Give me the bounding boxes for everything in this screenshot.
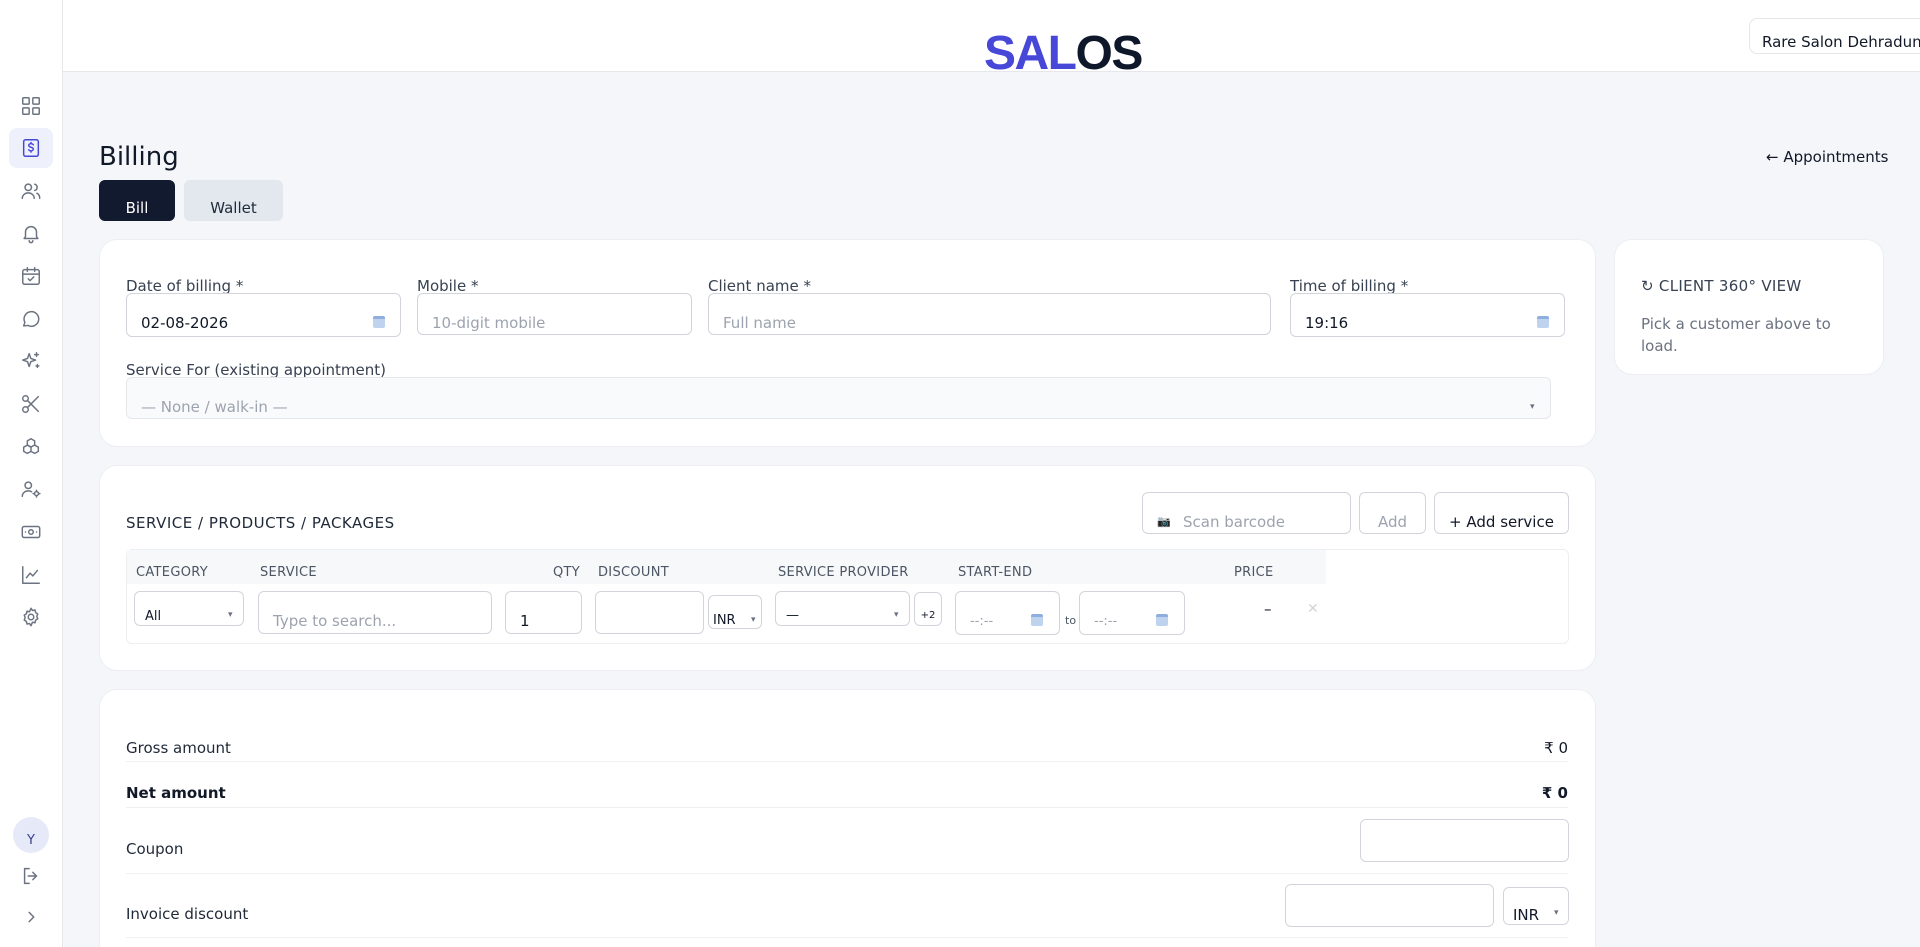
divider bbox=[126, 937, 1568, 938]
gross-amount-label: Gross amount bbox=[126, 739, 231, 757]
settings-icon[interactable] bbox=[9, 597, 53, 637]
calendar-icon[interactable] bbox=[373, 316, 385, 328]
avatar[interactable]: Y bbox=[13, 817, 49, 853]
remove-row-icon[interactable]: ✕ bbox=[1307, 601, 1319, 617]
col-service: SERVICE bbox=[260, 565, 317, 580]
gross-amount-value: ₹ 0 bbox=[1544, 739, 1568, 757]
end-time-input[interactable]: --:-- bbox=[1079, 591, 1185, 635]
net-amount-label: Net amount bbox=[126, 784, 226, 802]
col-start-end: START-END bbox=[958, 565, 1033, 580]
scan-barcode-input[interactable]: 📷 Scan barcode bbox=[1142, 492, 1351, 534]
col-category: CATEGORY bbox=[136, 565, 208, 580]
coupon-input[interactable] bbox=[1360, 819, 1569, 862]
sidebar: Y bbox=[0, 0, 63, 947]
service-provider-value: — bbox=[786, 608, 799, 623]
date-input[interactable]: 02-08-2026 bbox=[126, 293, 401, 337]
divider bbox=[126, 873, 1568, 874]
divider bbox=[126, 807, 1568, 808]
category-value: All bbox=[145, 609, 162, 624]
service-for-select[interactable]: — None / walk-in — ▾ bbox=[126, 377, 1551, 419]
qty-input[interactable]: 1 bbox=[505, 591, 582, 634]
mobile-input[interactable]: 10-digit mobile bbox=[417, 293, 692, 335]
page-title: Billing bbox=[99, 142, 179, 172]
price-value: – bbox=[1264, 600, 1272, 618]
service-provider-select[interactable]: — ▾ bbox=[775, 591, 910, 626]
more-providers-count: +2 bbox=[920, 610, 936, 621]
invoice-discount-input[interactable] bbox=[1285, 884, 1494, 927]
chevron-down-icon: ▾ bbox=[1554, 908, 1559, 918]
net-amount-value: ₹ 0 bbox=[1541, 784, 1568, 802]
date-value: 02-08-2026 bbox=[141, 314, 229, 332]
chat-icon[interactable] bbox=[9, 299, 53, 339]
col-price: PRICE bbox=[1234, 565, 1274, 580]
services-title: SERVICE / PRODUCTS / PACKAGES bbox=[126, 514, 395, 532]
invoice-currency-value: INR bbox=[1513, 906, 1540, 924]
logout-icon[interactable] bbox=[9, 856, 53, 896]
clock-icon[interactable] bbox=[1031, 614, 1043, 626]
tab-wallet[interactable]: Wallet bbox=[184, 180, 283, 221]
camera-icon: 📷 bbox=[1157, 515, 1171, 528]
discount-input[interactable] bbox=[595, 591, 704, 634]
start-time-value: --:-- bbox=[970, 614, 994, 629]
col-qty: QTY bbox=[553, 565, 581, 580]
coupon-label: Coupon bbox=[126, 840, 184, 858]
mobile-placeholder: 10-digit mobile bbox=[432, 314, 546, 332]
discount-currency-select[interactable]: INR ▾ bbox=[708, 595, 762, 629]
end-time-value: --:-- bbox=[1094, 614, 1118, 629]
salon-name: Rare Salon Dehradun bbox=[1762, 33, 1920, 51]
client-360-title: ↻ CLIENT 360° VIEW bbox=[1641, 277, 1802, 295]
billing-icon[interactable] bbox=[9, 128, 53, 168]
salon-selector[interactable]: Rare Salon Dehradun ▾ bbox=[1749, 18, 1920, 54]
chevron-right-icon[interactable] bbox=[9, 897, 53, 937]
chart-icon[interactable] bbox=[9, 555, 53, 595]
col-discount: DISCOUNT bbox=[598, 565, 669, 580]
clock-icon[interactable] bbox=[1156, 614, 1168, 626]
cash-icon[interactable] bbox=[9, 512, 53, 552]
staff-icon[interactable] bbox=[9, 469, 53, 509]
calendar-icon[interactable] bbox=[9, 256, 53, 296]
discount-currency-value: INR bbox=[713, 613, 736, 628]
qty-value: 1 bbox=[520, 612, 530, 630]
dashboard-icon[interactable] bbox=[9, 86, 53, 126]
appointments-link[interactable]: ← Appointments bbox=[1766, 148, 1888, 166]
packages-icon[interactable] bbox=[9, 427, 53, 467]
tab-bill[interactable]: Bill bbox=[99, 180, 175, 221]
more-providers-button[interactable]: +2 bbox=[914, 592, 942, 626]
salos-logo[interactable]: SALOS bbox=[984, 28, 1143, 80]
top-bar: SALOS Rare Salon Dehradun ▾ bbox=[63, 0, 1920, 80]
add-service-button[interactable]: + Add service bbox=[1434, 492, 1569, 534]
category-select[interactable]: All ▾ bbox=[134, 591, 244, 626]
bell-icon[interactable] bbox=[9, 213, 53, 253]
scissors-icon[interactable] bbox=[9, 384, 53, 424]
invoice-currency-select[interactable]: INR ▾ bbox=[1503, 887, 1569, 925]
client-360-hint: Pick a customer above to load. bbox=[1641, 315, 1831, 355]
scan-barcode-placeholder: Scan barcode bbox=[1183, 513, 1285, 531]
time-input[interactable]: 19:16 bbox=[1290, 293, 1565, 337]
start-time-input[interactable]: --:-- bbox=[955, 591, 1060, 635]
client-name-placeholder: Full name bbox=[723, 314, 796, 332]
service-search-input[interactable]: Type to search... bbox=[258, 591, 492, 634]
time-value: 19:16 bbox=[1305, 314, 1349, 332]
service-search-placeholder: Type to search... bbox=[273, 612, 397, 630]
sparkles-icon[interactable] bbox=[9, 341, 53, 381]
add-barcode-button[interactable]: Add bbox=[1359, 492, 1426, 534]
client-name-input[interactable]: Full name bbox=[708, 293, 1271, 335]
chevron-down-icon: ▾ bbox=[751, 615, 756, 625]
clock-icon[interactable] bbox=[1537, 316, 1549, 328]
to-label: to bbox=[1065, 614, 1077, 627]
divider bbox=[126, 761, 1568, 762]
chevron-down-icon: ▾ bbox=[228, 610, 233, 620]
invoice-discount-label: Invoice discount bbox=[126, 905, 249, 923]
service-for-value: — None / walk-in — bbox=[141, 398, 288, 416]
col-service-provider: SERVICE PROVIDER bbox=[778, 565, 909, 580]
clients-icon[interactable] bbox=[9, 171, 53, 211]
chevron-down-icon: ▾ bbox=[894, 610, 899, 620]
chevron-down-icon: ▾ bbox=[1530, 402, 1535, 412]
